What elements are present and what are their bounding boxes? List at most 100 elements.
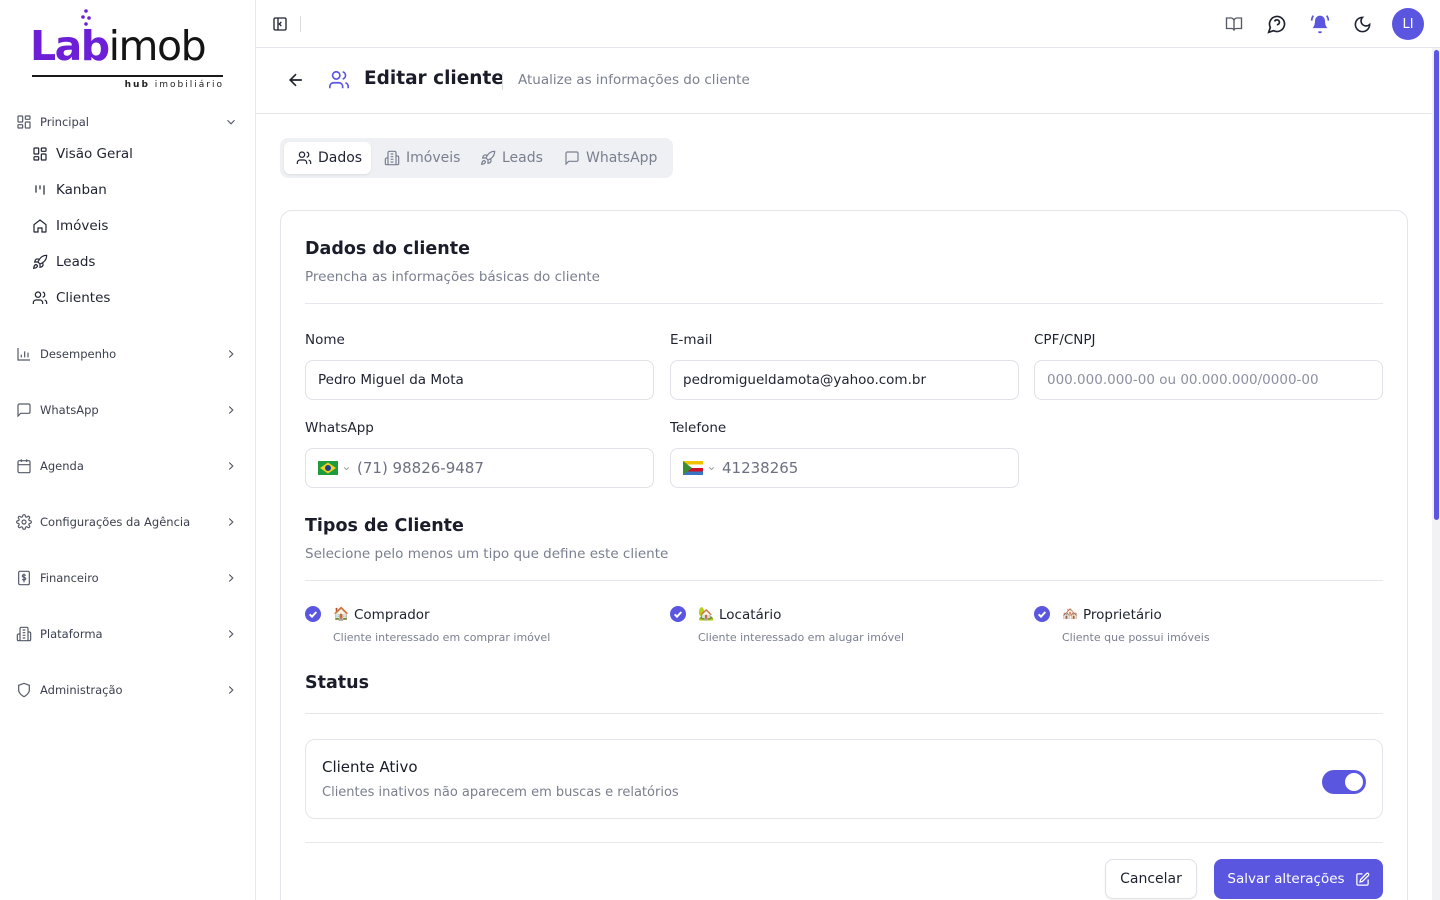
whatsapp-value: (71) 98826-9487 [357, 459, 484, 477]
chevron-right-icon [228, 574, 234, 582]
divider [305, 842, 1383, 843]
sidebar-item-kanban[interactable]: Kanban [24, 175, 244, 205]
docs-button[interactable] [1222, 12, 1246, 36]
nome-label: Nome [305, 332, 345, 348]
sidebar-section-configuracoes[interactable]: Configurações da Agência [0, 508, 256, 536]
shield-icon [18, 682, 30, 698]
cpf-input[interactable] [1034, 360, 1383, 400]
scrollbar-thumb[interactable] [1434, 50, 1439, 520]
telefone-value: 41238265 [722, 459, 799, 477]
settings-icon [16, 514, 32, 530]
tipos-subtitle: Selecione pelo menos um tipo que define … [305, 546, 669, 562]
main-content: Dados Imóveis Leads WhatsApp Dados do cl… [256, 114, 1432, 900]
status-active-desc: Clientes inativos não aparecem em buscas… [322, 785, 679, 800]
layout-grid-icon [17, 115, 31, 129]
chevron-down-icon [227, 119, 235, 125]
brazil-flag-icon[interactable] [318, 461, 338, 475]
kanban-icon [35, 185, 45, 195]
house-icon: 🏠 [333, 607, 350, 622]
sidebar-section-agenda[interactable]: Agenda [0, 452, 256, 480]
sidebar-section-label: Agenda [40, 459, 84, 473]
book-open-icon [1225, 17, 1243, 31]
toggle-sidebar-button[interactable] [268, 12, 292, 36]
locatario-checkbox[interactable] [670, 606, 686, 622]
client-form-card: Dados do cliente Preencha as informações… [280, 210, 1408, 900]
sidebar-item-visao-geral[interactable]: Visão Geral [24, 139, 244, 169]
building-icon [16, 626, 32, 642]
save-button-label: Salvar alterações [1227, 871, 1345, 887]
comprador-checkbox[interactable] [305, 606, 321, 622]
divider [305, 303, 1383, 304]
sidebar-section-desempenho[interactable]: Desempenho [0, 340, 256, 368]
arrow-left-icon[interactable] [286, 70, 306, 90]
tab-whatsapp[interactable]: WhatsApp [556, 142, 666, 174]
sidebar-item-clientes[interactable]: Clientes [24, 283, 244, 313]
building-icon [384, 150, 400, 166]
topbar: LI [256, 0, 1440, 48]
chevron-right-icon [228, 630, 234, 638]
help-message-icon [1267, 15, 1286, 34]
chevron-right-icon [228, 462, 234, 470]
tab-list: Dados Imóveis Leads WhatsApp [280, 138, 673, 178]
cpf-label: CPF/CNPJ [1034, 332, 1096, 348]
notifications-button[interactable] [1308, 12, 1332, 36]
logo-underline [32, 75, 223, 77]
help-button[interactable] [1265, 12, 1289, 36]
logo-tagline: hub imobiliário [124, 80, 224, 90]
bar-chart-icon [17, 348, 30, 361]
status-active-box: Cliente Ativo Clientes inativos não apar… [305, 739, 1383, 819]
tab-label: WhatsApp [586, 150, 658, 166]
comoros-flag-icon[interactable] [683, 461, 703, 475]
locatario-label[interactable]: Locatário [719, 607, 781, 623]
comprador-label[interactable]: Comprador [354, 607, 430, 623]
tab-imoveis[interactable]: Imóveis [376, 142, 462, 174]
sidebar-section-label: Administração [40, 683, 123, 697]
sidebar-section-label: Desempenho [40, 347, 117, 361]
proprietario-label[interactable]: Proprietário [1083, 607, 1162, 623]
check-icon [308, 611, 318, 619]
proprietario-desc: Cliente que possui imóveis [1062, 631, 1210, 644]
tab-dados[interactable]: Dados [284, 142, 371, 174]
header-divider [502, 72, 503, 90]
rocket-icon [480, 150, 496, 166]
sidebar-item-label: Kanban [56, 182, 107, 198]
save-button[interactable]: Salvar alterações [1214, 859, 1383, 899]
labimob-logo[interactable]: Labimob hub imobiliário [30, 8, 230, 98]
divider [305, 580, 1383, 581]
home-icon [33, 219, 47, 233]
sidebar-section-label: WhatsApp [40, 403, 99, 417]
sidebar-section-principal[interactable]: Principal [0, 108, 256, 136]
sidebar-item-label: Clientes [56, 290, 111, 306]
sidebar-item-imoveis[interactable]: Imóveis [24, 211, 244, 241]
sidebar: Labimob hub imobiliário Principal Visão … [0, 0, 256, 900]
cancel-button[interactable]: Cancelar [1105, 859, 1197, 899]
message-square-icon [17, 403, 31, 418]
comprador-desc: Cliente interessado em comprar imóvel [333, 631, 551, 644]
theme-toggle-button[interactable] [1350, 12, 1374, 36]
card-title: Dados do cliente [305, 239, 470, 259]
nome-input[interactable] [305, 360, 654, 400]
sidebar-item-label: Imóveis [56, 218, 109, 234]
sidebar-item-leads[interactable]: Leads [24, 247, 244, 277]
tab-leads[interactable]: Leads [472, 142, 548, 174]
sidebar-section-administracao[interactable]: Administração [0, 676, 256, 704]
user-avatar[interactable]: LI [1392, 8, 1424, 40]
sidebar-section-financeiro[interactable]: Financeiro [0, 564, 256, 592]
users-icon [329, 70, 349, 89]
email-input[interactable] [670, 360, 1019, 400]
proprietario-checkbox[interactable] [1034, 606, 1050, 622]
sidebar-section-whatsapp[interactable]: WhatsApp [0, 396, 256, 424]
whatsapp-label: WhatsApp [305, 420, 374, 436]
sidebar-section-label: Financeiro [40, 571, 99, 585]
whatsapp-phone-input[interactable]: (71) 98826-9487 [305, 448, 654, 488]
panel-left-icon [273, 17, 287, 31]
layout-grid-icon [33, 147, 47, 161]
card-subtitle: Preencha as informações básicas do clien… [305, 269, 600, 285]
sidebar-section-plataforma[interactable]: Plataforma [0, 620, 256, 648]
sidebar-section-label: Plataforma [40, 627, 103, 641]
page-subtitle: Atualize as informações do cliente [518, 72, 750, 88]
telefone-phone-input[interactable]: 41238265 [670, 448, 1019, 488]
topbar-divider [300, 16, 301, 32]
cliente-ativo-toggle[interactable] [1322, 770, 1366, 794]
telefone-label: Telefone [670, 420, 727, 436]
